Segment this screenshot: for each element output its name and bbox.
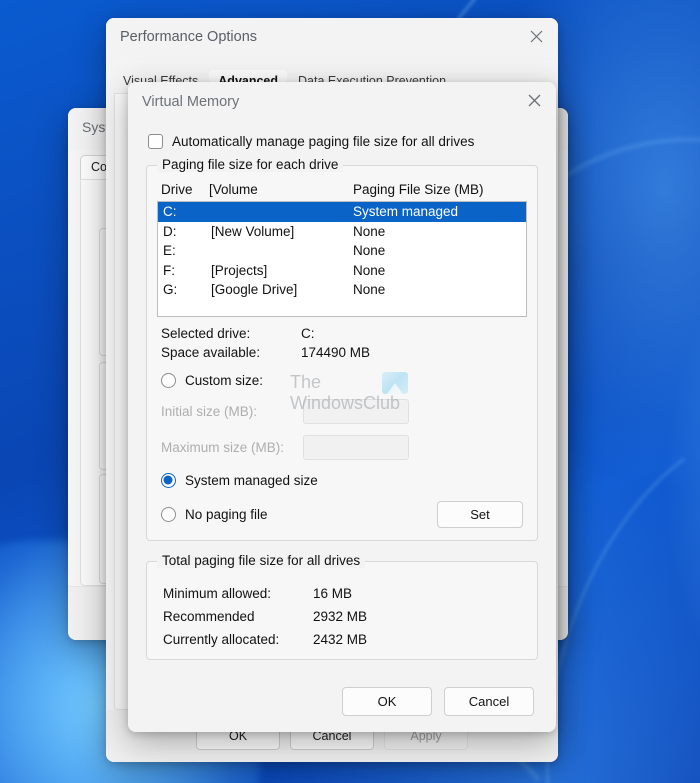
auto-manage-paging-checkbox[interactable] <box>148 134 163 149</box>
row-drive: F: <box>163 262 175 278</box>
table-row[interactable]: D: [New Volume] None <box>158 222 526 242</box>
column-header-volume: [Volume <box>209 182 258 197</box>
custom-size-radio-row[interactable]: Custom size: <box>157 373 527 388</box>
system-managed-size-label: System managed size <box>185 473 318 488</box>
recommended-row: Recommended 2932 MB <box>159 609 525 624</box>
vmem-cancel-button[interactable]: Cancel <box>444 686 534 716</box>
row-drive: D: <box>163 223 177 239</box>
currently-allocated-label: Currently allocated: <box>163 632 280 647</box>
total-paging-file-size-group-title: Total paging file size for all drives <box>157 553 366 568</box>
virtual-memory-dialog[interactable]: Virtual Memory Automatically manage pagi… <box>128 82 556 732</box>
recommended-value: 2932 MB <box>313 609 368 624</box>
row-drive: C: <box>163 204 177 220</box>
system-managed-size-radio-row[interactable]: System managed size <box>157 473 527 488</box>
space-available-row: Space available: 174490 MB <box>157 345 527 360</box>
performance-options-title: Performance Options <box>120 29 258 45</box>
maximum-size-input <box>303 435 409 460</box>
selected-drive-label: Selected drive: <box>161 326 251 341</box>
virtual-memory-title: Virtual Memory <box>142 94 240 110</box>
custom-size-radio[interactable] <box>161 373 176 388</box>
paging-file-size-group: Paging file size for each drive Drive [V… <box>146 157 538 541</box>
system-managed-size-radio[interactable] <box>161 473 176 488</box>
row-paging-size: None <box>353 243 386 259</box>
selected-drive-row: Selected drive: C: <box>157 326 527 341</box>
auto-manage-paging-checkbox-row[interactable]: Automatically manage paging file size fo… <box>148 134 538 149</box>
virtual-memory-button-row: OK Cancel <box>128 670 556 732</box>
custom-size-label: Custom size: <box>185 373 264 388</box>
auto-manage-paging-label: Automatically manage paging file size fo… <box>172 134 475 149</box>
column-header-paging-file-size: Paging File Size (MB) <box>353 182 484 197</box>
initial-size-input <box>303 399 409 424</box>
initial-size-label: Initial size (MB): <box>161 404 258 419</box>
no-paging-and-set-row: No paging file Set <box>157 501 527 528</box>
selected-drive-value: C: <box>301 326 315 341</box>
maximum-size-row: Maximum size (MB): <box>157 435 527 460</box>
row-paging-size: System managed <box>353 204 459 220</box>
set-button[interactable]: Set <box>437 501 523 528</box>
space-available-value: 174490 MB <box>301 345 371 360</box>
total-paging-file-size-group: Total paging file size for all drives Mi… <box>146 553 538 660</box>
currently-allocated-value: 2432 MB <box>313 632 368 647</box>
table-row[interactable]: C: System managed <box>158 202 526 222</box>
row-paging-size: None <box>353 282 386 298</box>
maximum-size-label: Maximum size (MB): <box>161 440 285 455</box>
close-icon[interactable] <box>512 82 556 118</box>
table-row[interactable]: E: None <box>158 241 526 261</box>
column-header-drive: Drive <box>161 182 193 197</box>
performance-options-titlebar: Performance Options <box>106 18 558 60</box>
row-drive: E: <box>163 243 176 259</box>
virtual-memory-titlebar: Virtual Memory <box>128 82 556 124</box>
row-volume: [Google Drive] <box>211 282 298 298</box>
row-volume: [Projects] <box>211 262 268 278</box>
no-paging-file-radio-row[interactable]: No paging file <box>161 507 268 522</box>
screen: Syste Com Yo P V U D S S OK Cancel Apply <box>0 0 700 783</box>
vmem-ok-button[interactable]: OK <box>342 686 432 716</box>
virtual-memory-body: Automatically manage paging file size fo… <box>128 120 556 670</box>
table-row[interactable]: F: [Projects] None <box>158 261 526 281</box>
row-paging-size: None <box>353 262 386 278</box>
row-volume: [New Volume] <box>211 223 295 239</box>
table-row[interactable]: G: [Google Drive] None <box>158 280 526 300</box>
recommended-label: Recommended <box>163 609 255 624</box>
currently-allocated-row: Currently allocated: 2432 MB <box>159 632 525 647</box>
minimum-allowed-row: Minimum allowed: 16 MB <box>159 586 525 601</box>
close-icon[interactable] <box>514 18 558 54</box>
row-paging-size: None <box>353 223 386 239</box>
row-drive: G: <box>163 282 178 298</box>
space-available-label: Space available: <box>161 345 261 360</box>
drive-listbox[interactable]: C: System managed D: [New Volume] None E… <box>157 201 527 317</box>
no-paging-file-label: No paging file <box>185 507 268 522</box>
minimum-allowed-value: 16 MB <box>313 586 353 601</box>
minimum-allowed-label: Minimum allowed: <box>163 586 272 601</box>
no-paging-file-radio[interactable] <box>161 507 176 522</box>
drive-list-header: Drive [Volume Paging File Size (MB) <box>157 182 527 201</box>
paging-file-size-group-title: Paging file size for each drive <box>157 157 344 172</box>
initial-size-row: Initial size (MB): <box>157 399 527 424</box>
